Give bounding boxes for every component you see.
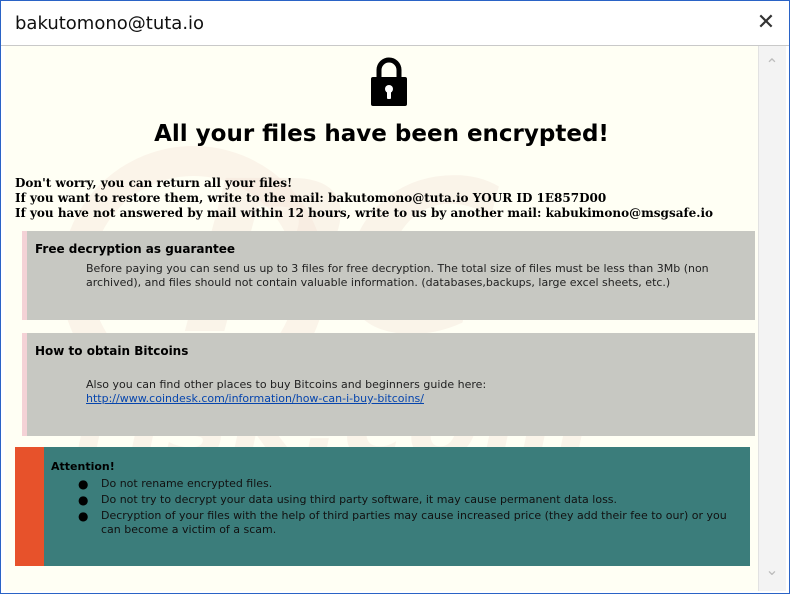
window-titlebar: bakutomono@tuta.io ✕: [1, 1, 789, 46]
close-icon[interactable]: ✕: [753, 9, 779, 35]
intro-line-2: If you want to restore them, write to th…: [15, 191, 607, 205]
scroll-up-icon[interactable]: ⌃: [764, 58, 780, 74]
free-decryption-title: Free decryption as guarantee: [35, 242, 236, 256]
page-title: All your files have been encrypted!: [154, 121, 609, 147]
bullet-icon: ●: [78, 509, 89, 523]
ransom-note-window: bakutomono@tuta.io ✕ PC risk.com All you…: [0, 0, 790, 594]
scroll-down-icon[interactable]: ⌄: [764, 563, 780, 579]
attention-item-text: Decryption of your files with the help o…: [101, 509, 727, 536]
attention-item-2: ● Do not try to decrypt your data using t…: [51, 493, 733, 507]
bitcoin-title: How to obtain Bitcoins: [35, 344, 189, 358]
intro-line-1: Don't worry, you can return all your fil…: [15, 176, 293, 190]
free-decryption-text: Before paying you can send us up to 3 fi…: [86, 262, 709, 289]
window-title: bakutomono@tuta.io: [15, 13, 205, 34]
bitcoin-panel: How to obtain Bitcoins Also you can find…: [22, 333, 755, 436]
bullet-icon: ●: [78, 493, 89, 507]
lock-icon: [371, 57, 407, 106]
attention-title: Attention!: [51, 460, 115, 473]
attention-item-3: ● Decryption of your files with the help …: [51, 509, 733, 537]
attention-accent-bar: [15, 447, 44, 566]
bitcoin-text: Also you can find other places to buy Bi…: [86, 378, 487, 391]
attention-item-text: Do not rename encrypted files.: [101, 477, 273, 490]
attention-panel: Attention! ● Do not rename encrypted file…: [15, 447, 750, 566]
bullet-icon: ●: [78, 477, 89, 491]
free-decryption-panel: Free decryption as guarantee Before payi…: [22, 231, 755, 320]
coindesk-link[interactable]: http://www.coindesk.com/information/how-…: [86, 392, 741, 406]
attention-item-text: Do not try to decrypt your data using th…: [101, 493, 618, 506]
bitcoin-text-block: Also you can find other places to buy Bi…: [86, 378, 741, 406]
message-content: PC risk.com All your files have been enc…: [5, 46, 758, 591]
intro-line-3: If you have not answered by mail within …: [15, 206, 714, 220]
intro-text: Don't worry, you can return all your fil…: [15, 176, 755, 221]
attention-item-1: ● Do not rename encrypted files.: [51, 477, 733, 491]
attention-list: ● Do not rename encrypted files. ● Do not …: [51, 477, 733, 539]
vertical-scrollbar[interactable]: ⌃ ⌄: [758, 46, 786, 591]
